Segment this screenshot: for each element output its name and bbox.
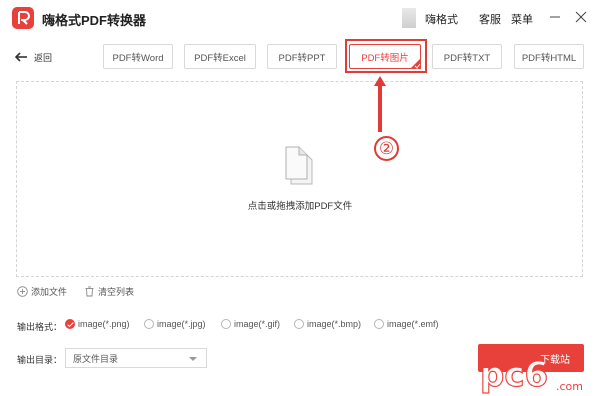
format-option-jpg[interactable]: image(*.jpg) [144, 319, 206, 329]
annotation-arrow-icon [374, 76, 386, 132]
format-option-emf[interactable]: image(*.emf) [374, 319, 439, 329]
svg-text:.com: .com [556, 380, 583, 393]
avatar[interactable] [402, 8, 416, 28]
dropzone-hint: 点击或拖拽添加PDF文件 [247, 201, 353, 212]
tab-pdf-to-html[interactable]: PDF转HTML [514, 44, 584, 69]
service-button[interactable]: 客服 [479, 11, 501, 27]
chevron-down-icon [189, 357, 197, 361]
format-option-gif[interactable]: image(*.gif) [221, 319, 280, 329]
radio-checked-icon [65, 319, 75, 329]
format-option-label: image(*.gif) [234, 319, 281, 329]
output-format-label: 输出格式： [17, 322, 63, 332]
arrow-left-icon [15, 52, 27, 62]
back-button[interactable]: 返回 [15, 49, 52, 65]
tab-pdf-to-excel[interactable]: PDF转Excel [184, 44, 256, 69]
format-option-png[interactable]: image(*.png) [65, 319, 130, 329]
back-label: 返回 [34, 52, 53, 63]
trash-icon [85, 286, 94, 297]
tab-pdf-to-image[interactable]: PDF转图片 [349, 44, 421, 69]
radio-icon [294, 319, 304, 329]
clear-list-label: 清空列表 [98, 287, 135, 297]
clear-list-button[interactable]: 清空列表 [84, 285, 134, 298]
tab-pdf-to-image-label: PDF转图片 [361, 52, 409, 64]
annotation-step-number: ② [374, 136, 399, 161]
user-name[interactable]: 嗨格式 [425, 11, 458, 27]
tab-pdf-to-word[interactable]: PDF转Word [103, 44, 173, 69]
app-title: 嗨格式PDF转换器 [42, 13, 147, 28]
format-option-label: image(*.emf) [387, 319, 439, 329]
watermark-subtitle: 下载站 [540, 355, 570, 366]
menu-button[interactable]: 菜单 [511, 11, 533, 27]
minimize-icon[interactable] [547, 9, 563, 25]
selected-check-icon [410, 58, 421, 69]
format-option-label: image(*.png) [78, 319, 130, 329]
format-option-bmp[interactable]: image(*.bmp) [294, 319, 361, 329]
radio-icon [221, 319, 231, 329]
tab-pdf-to-txt[interactable]: PDF转TXT [432, 44, 502, 69]
format-option-label: image(*.bmp) [307, 319, 362, 329]
format-option-label: image(*.jpg) [157, 319, 206, 329]
tab-pdf-to-ppt[interactable]: PDF转PPT [267, 44, 337, 69]
add-circle-icon [17, 286, 28, 297]
close-icon[interactable] [573, 9, 589, 25]
output-dir-value: 原文件目录 [73, 353, 119, 364]
output-dir-select[interactable]: 原文件目录 [65, 348, 207, 368]
pc6-watermark-logo: pc6 .com [479, 354, 583, 394]
add-file-button[interactable]: 添加文件 [17, 285, 67, 298]
app-logo-icon [12, 7, 34, 29]
document-icon [285, 146, 313, 185]
add-file-label: 添加文件 [31, 287, 68, 297]
radio-icon [144, 319, 154, 329]
svg-text:pc6: pc6 [480, 355, 548, 394]
output-dir-label: 输出目录： [17, 355, 63, 365]
radio-icon [374, 319, 384, 329]
title-bar: 嗨格式PDF转换器 嗨格式 客服 菜单 [0, 0, 600, 36]
